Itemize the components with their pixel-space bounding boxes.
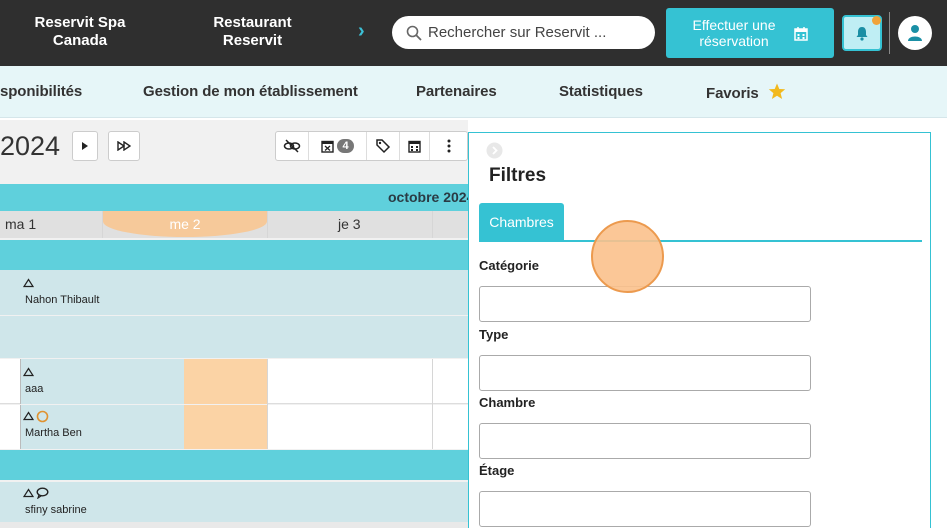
nav-item-partners[interactable]: Partenaires	[416, 83, 497, 100]
tag-button[interactable]	[367, 132, 400, 160]
floor-label: Étage	[479, 463, 515, 478]
nav-item-favorites[interactable]: Favoris	[706, 83, 786, 102]
unlink-button[interactable]	[276, 132, 309, 160]
day-label-today: me 2	[169, 216, 201, 232]
filters-panel: Filtres Chambres Catégorie Type Chambre …	[468, 132, 931, 528]
calendar-icon	[793, 26, 808, 41]
top-bar: Reservit Spa Canada Restaurant Reservit …	[0, 0, 947, 66]
divider	[102, 211, 103, 238]
status-circle-icon	[36, 410, 49, 423]
hanger-icon	[23, 411, 34, 421]
type-field[interactable]	[479, 355, 811, 391]
nav-item-establishment[interactable]: Gestion de mon établissement	[143, 83, 358, 100]
schedule-toolbar: 4	[275, 131, 468, 161]
unlink-icon	[283, 139, 301, 153]
divider	[432, 359, 433, 449]
tab-rooms[interactable]: Chambres	[479, 203, 564, 241]
divider	[432, 211, 433, 238]
category-field[interactable]	[479, 286, 811, 322]
notification-dot	[872, 16, 881, 25]
calendar-icon	[408, 140, 421, 153]
reservation-highlight[interactable]	[184, 359, 267, 404]
reservation-block[interactable]	[20, 359, 184, 404]
user-icon	[908, 25, 922, 41]
favorites-label: Favoris	[706, 85, 759, 102]
next-button[interactable]	[72, 131, 98, 161]
table-row[interactable]	[0, 270, 468, 315]
divider	[889, 12, 890, 54]
user-avatar-button[interactable]	[898, 16, 932, 50]
brand-line-2: Canada	[52, 32, 108, 49]
hanger-icon	[23, 367, 34, 377]
notifications-button[interactable]	[842, 15, 882, 51]
brand-restaurant[interactable]: Restaurant Reservit	[200, 14, 305, 50]
table-row[interactable]	[0, 482, 468, 522]
room-field[interactable]	[479, 423, 811, 459]
divider	[267, 211, 268, 238]
button-line-1: Effectuer une	[692, 17, 776, 33]
collapse-chevron-icon[interactable]	[486, 142, 503, 159]
hanger-icon	[23, 488, 34, 498]
room-category-row	[0, 450, 468, 480]
tag-icon	[376, 139, 391, 154]
reservation-highlight[interactable]	[184, 405, 267, 449]
day-label: ma 1	[5, 216, 37, 232]
panel-title: Filtres	[489, 165, 547, 186]
tab-underline	[479, 240, 922, 242]
play-icon	[82, 142, 88, 150]
table-row	[0, 316, 468, 358]
month-header: octobre 2024	[0, 184, 468, 211]
guest-name[interactable]: aaa	[25, 383, 43, 395]
chevron-right-icon[interactable]: ›	[358, 20, 365, 43]
nav-item-availability[interactable]: sponibilités	[0, 83, 82, 100]
nav-item-statistics[interactable]: Statistiques	[559, 83, 643, 100]
search-icon	[406, 25, 422, 41]
brand-line-1: Reservit Spa	[34, 14, 126, 31]
count-badge: 4	[337, 139, 354, 153]
guest-name[interactable]: sfiny sabrine	[25, 504, 87, 516]
brand-line-2: Reservit	[222, 32, 283, 49]
divider	[267, 359, 268, 449]
comment-icon	[36, 487, 49, 499]
calendar-count-button[interactable]: 4	[309, 132, 367, 160]
star-icon	[768, 83, 785, 99]
make-reservation-button[interactable]: Effectuer une réservation	[666, 8, 834, 58]
room-label: Chambre	[479, 395, 536, 410]
button-line-2: réservation	[699, 33, 769, 49]
year-label: 2024	[0, 131, 61, 161]
day-label: je 3	[338, 216, 361, 232]
brand-line-1: Restaurant	[213, 14, 292, 31]
category-label: Catégorie	[479, 258, 539, 273]
guest-name[interactable]: Martha Ben	[25, 427, 82, 439]
more-menu-button[interactable]	[430, 132, 467, 160]
guest-name[interactable]: Nahon Thibault	[25, 294, 99, 306]
main-nav: sponibilités Gestion de mon établissemen…	[0, 66, 947, 118]
room-category-row	[0, 240, 468, 270]
month-label: octobre 2024	[388, 189, 468, 205]
calendar-x-icon	[321, 140, 335, 153]
bell-icon	[856, 26, 868, 41]
fast-forward-icon	[117, 141, 131, 151]
fast-forward-button[interactable]	[108, 131, 140, 161]
table-row	[0, 522, 468, 528]
cursor-indicator	[591, 220, 664, 293]
search-input[interactable]: Rechercher sur Reservit ...	[392, 16, 655, 49]
floor-field[interactable]	[479, 491, 811, 527]
calendar-button[interactable]	[400, 132, 430, 160]
kebab-menu-icon	[447, 139, 450, 153]
search-placeholder: Rechercher sur Reservit ...	[428, 24, 607, 41]
hanger-icon	[23, 278, 34, 288]
brand-reservit-spa[interactable]: Reservit Spa Canada	[30, 14, 130, 50]
type-label: Type	[479, 327, 509, 342]
